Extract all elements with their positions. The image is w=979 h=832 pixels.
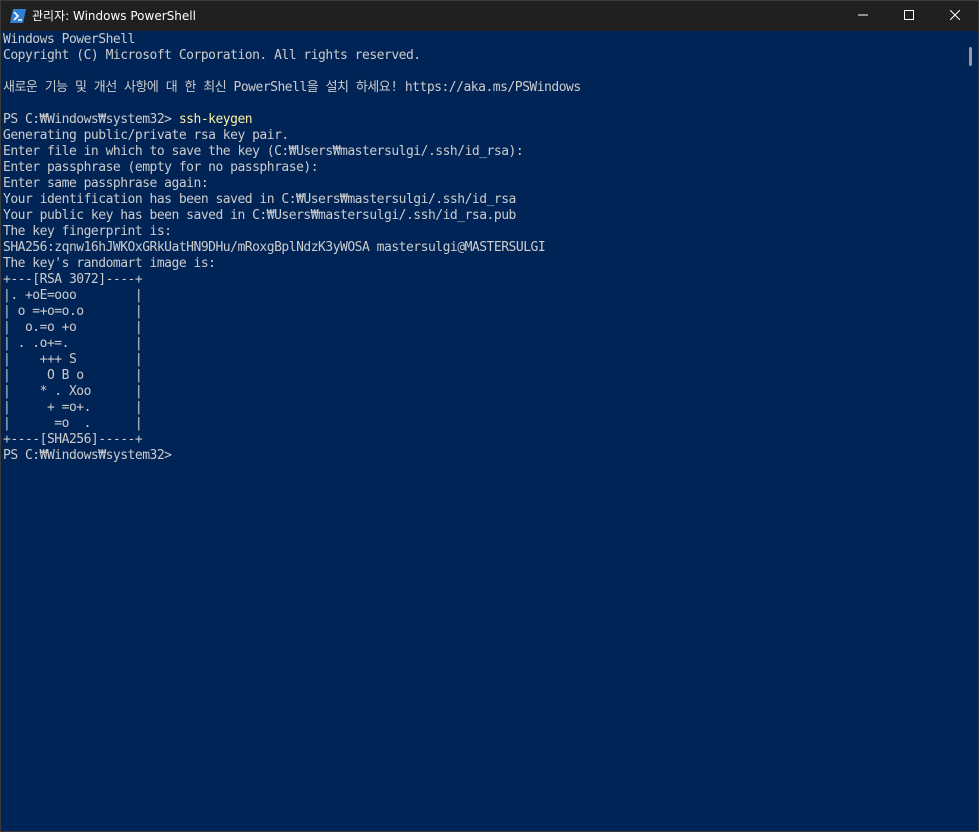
title-bar[interactable]: 관리자: Windows PowerShell: [1, 1, 978, 31]
output-line: | + =o+. |: [3, 400, 143, 415]
prompt: PS C:₩Windows₩system32>: [3, 448, 172, 463]
output-line: Enter passphrase (empty for no passphras…: [3, 160, 319, 175]
scrollbar-thumb[interactable]: [969, 47, 972, 66]
output-line: +---[RSA 3072]----+: [3, 272, 143, 287]
output-line: | . .o+=. |: [3, 336, 143, 351]
output-line: Enter same passphrase again:: [3, 176, 209, 191]
console-area[interactable]: Windows PowerShell Copyright (C) Microsof…: [1, 31, 962, 831]
output-line: | +++ S |: [3, 352, 143, 367]
output-line: Your public key has been saved in C:₩Use…: [3, 208, 516, 223]
command-text: ssh-keygen: [178, 112, 253, 127]
banner-line: 새로운 기능 및 개선 사항에 대 한 최신 PowerShell을 설치 하세…: [3, 80, 581, 95]
prompt: PS C:₩Windows₩system32>: [3, 112, 179, 127]
output-line: Your identification has been saved in C:…: [3, 192, 516, 207]
output-line: Generating public/private rsa key pair.: [3, 128, 289, 143]
maximize-icon: [904, 9, 914, 23]
minimize-button[interactable]: [840, 1, 886, 31]
output-line: | =o . |: [3, 416, 143, 431]
output-line: | o.=o +o |: [3, 320, 143, 335]
output-line: The key's randomart image is:: [3, 256, 216, 271]
close-button[interactable]: [932, 1, 978, 31]
output-line: Enter file in which to save the key (C:₩…: [3, 144, 524, 159]
output-line: |. +oE=ooo |: [3, 288, 143, 303]
output-line: | O B o |: [3, 368, 143, 383]
minimize-icon: [858, 9, 868, 23]
output-line: | o =+o=o.o |: [3, 304, 143, 319]
powershell-window: 관리자: Windows PowerShell Windows PowerShe…: [0, 0, 979, 832]
maximize-button[interactable]: [886, 1, 932, 31]
output-line: | * . Xoo |: [3, 384, 143, 399]
powershell-icon: [10, 9, 26, 23]
output-line: SHA256:zqnw16hJWKOxGRkUatHN9DHu/mRoxgBpl…: [3, 240, 546, 255]
close-icon: [949, 9, 961, 23]
banner-line: Windows PowerShell: [3, 32, 135, 47]
output-line: The key fingerprint is:: [3, 224, 172, 239]
window-title: 관리자: Windows PowerShell: [32, 9, 196, 23]
output-line: +----[SHA256]-----+: [3, 432, 143, 447]
console-output[interactable]: Windows PowerShell Copyright (C) Microsof…: [3, 32, 581, 464]
vertical-scrollbar[interactable]: [962, 31, 978, 831]
command-line: PS C:₩Windows₩system32> ssh-keygen: [3, 112, 581, 128]
command-output: Generating public/private rsa key pair. E…: [3, 128, 581, 448]
banner-line: Copyright (C) Microsoft Corporation. All…: [3, 48, 421, 63]
